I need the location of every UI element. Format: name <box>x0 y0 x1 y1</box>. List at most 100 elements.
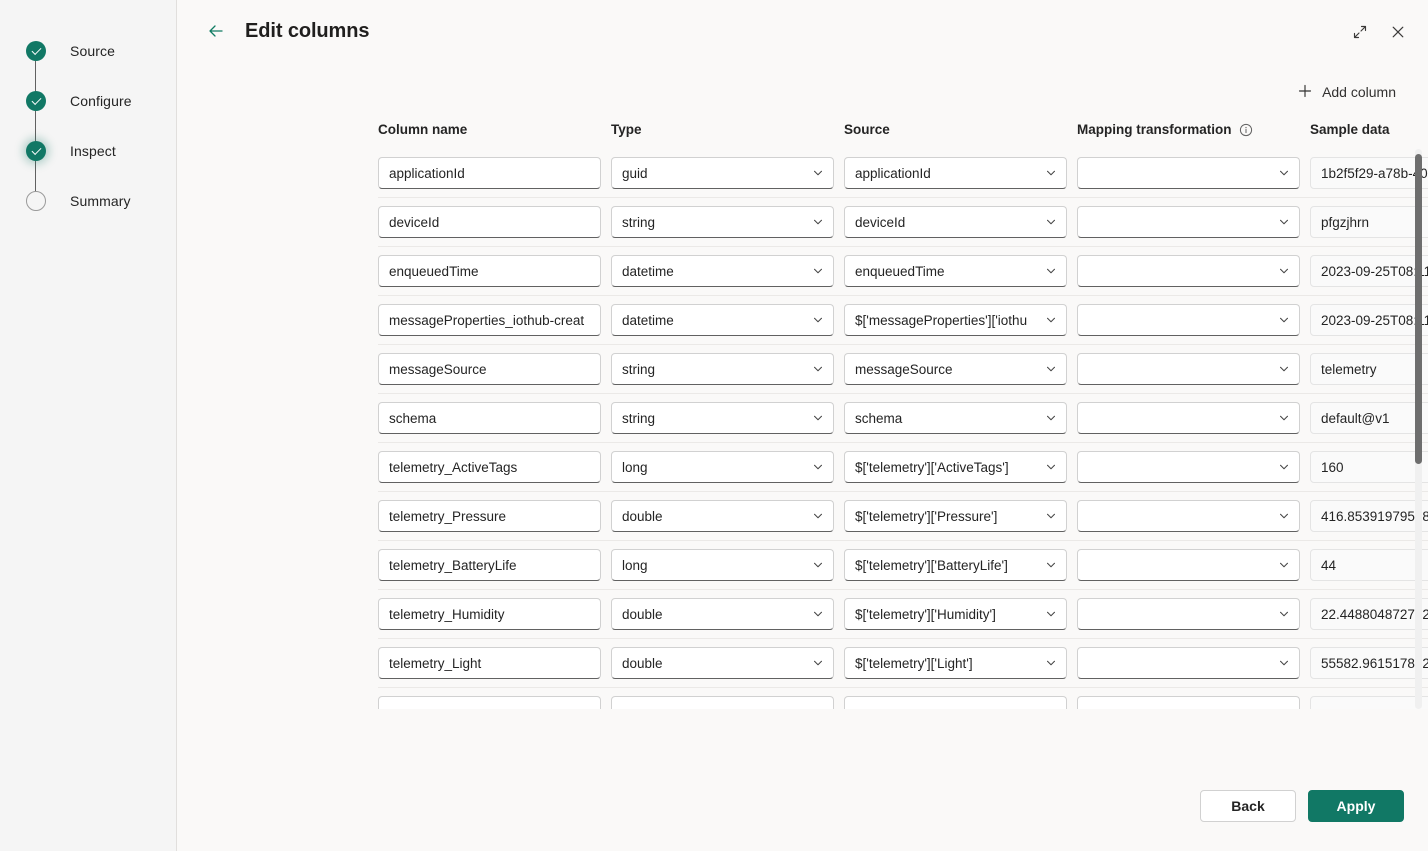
sample-data-field: 2023-09-25T08:11:09.05Z <box>1310 304 1428 336</box>
sample-data-field-cell <box>1310 696 1428 709</box>
close-icon[interactable] <box>1384 18 1412 46</box>
chevron-down-icon <box>1045 706 1057 709</box>
mapping-transformation-select[interactable] <box>1077 255 1300 287</box>
column-name-input[interactable]: schema <box>378 402 601 434</box>
table-rows: applicationId guid applicationId 1b2f5f29-a… <box>177 149 1428 709</box>
step-check-icon <box>26 141 46 161</box>
add-column-button[interactable]: Add column <box>1289 79 1404 106</box>
type-select[interactable]: long <box>611 451 834 483</box>
type-select[interactable]: string <box>611 402 834 434</box>
wizard-step-source[interactable]: Source <box>0 26 177 101</box>
type-select[interactable] <box>611 696 834 709</box>
mapping-transformation-select[interactable] <box>1077 206 1300 238</box>
wizard-step-label: Inspect <box>70 143 116 159</box>
column-name-input-cell <box>378 696 601 709</box>
mapping-transformation-select-cell <box>1077 598 1300 630</box>
apply-button[interactable]: Apply <box>1308 790 1404 822</box>
source-select[interactable]: $['messageProperties']['iothu <box>844 304 1067 336</box>
source-select[interactable]: $['telemetry']['Light'] <box>844 647 1067 679</box>
source-select-text: $['telemetry']['ActiveTags'] <box>855 459 1009 475</box>
column-name-input[interactable]: telemetry_BatteryLife <box>378 549 601 581</box>
chevron-down-icon <box>812 706 824 709</box>
sample-data-field-cell: 44 <box>1310 549 1428 581</box>
type-select[interactable]: double <box>611 598 834 630</box>
chevron-down-icon <box>1045 510 1057 522</box>
type-select[interactable]: double <box>611 500 834 532</box>
sample-data-field-cell: 22.44880487277228 <box>1310 598 1428 630</box>
type-select[interactable]: double <box>611 647 834 679</box>
main-panel: Edit columns Add column Column name Type… <box>177 0 1428 851</box>
column-name-input[interactable]: messageSource <box>378 353 601 385</box>
scrollbar-thumb[interactable] <box>1415 154 1422 464</box>
sample-data-field-text: default@v1 <box>1321 410 1390 426</box>
vertical-scrollbar[interactable] <box>1415 149 1422 709</box>
type-select-text: string <box>622 361 656 377</box>
chevron-down-icon <box>1278 608 1290 620</box>
sample-data-field <box>1310 696 1428 709</box>
source-select[interactable]: $['telemetry']['Humidity'] <box>844 598 1067 630</box>
mapping-transformation-select[interactable] <box>1077 157 1300 189</box>
source-select[interactable] <box>844 696 1067 709</box>
chevron-down-icon <box>1278 314 1290 326</box>
back-button[interactable]: Back <box>1200 790 1296 822</box>
type-select[interactable]: long <box>611 549 834 581</box>
type-select[interactable]: string <box>611 206 834 238</box>
chevron-down-icon <box>1278 559 1290 571</box>
wizard-step-summary[interactable]: Summary <box>0 176 177 226</box>
source-select[interactable]: applicationId <box>844 157 1067 189</box>
sample-data-field-text: 2023-09-25T08:11:09.09Z <box>1321 263 1428 279</box>
chevron-down-icon <box>1278 216 1290 228</box>
sample-data-field-text: 416.85391979528436 <box>1321 508 1428 524</box>
column-name-input[interactable]: telemetry_Humidity <box>378 598 601 630</box>
source-select[interactable]: $['telemetry']['Pressure'] <box>844 500 1067 532</box>
source-select[interactable]: $['telemetry']['ActiveTags'] <box>844 451 1067 483</box>
sample-data-field-cell: 2023-09-25T08:11:09.05Z <box>1310 304 1428 336</box>
mapping-transformation-select[interactable] <box>1077 696 1300 709</box>
type-select[interactable]: string <box>611 353 834 385</box>
info-icon[interactable] <box>1239 123 1253 137</box>
type-select-text: string <box>622 214 656 230</box>
mapping-transformation-select-cell <box>1077 647 1300 679</box>
mapping-transformation-select[interactable] <box>1077 304 1300 336</box>
source-select-cell <box>844 696 1067 709</box>
type-select[interactable]: datetime <box>611 304 834 336</box>
arrow-left-icon[interactable] <box>205 20 227 42</box>
source-select[interactable]: deviceId <box>844 206 1067 238</box>
source-select[interactable]: $['telemetry']['BatteryLife'] <box>844 549 1067 581</box>
column-name-input[interactable]: deviceId <box>378 206 601 238</box>
plus-icon <box>1297 83 1313 102</box>
mapping-transformation-select[interactable] <box>1077 402 1300 434</box>
type-select-text: string <box>622 410 656 426</box>
table-row: deviceId string deviceId pfgzjhrn <box>378 198 1428 247</box>
sample-data-field: 160 <box>1310 451 1428 483</box>
source-select[interactable]: schema <box>844 402 1067 434</box>
column-name-input-cell: telemetry_ActiveTags <box>378 451 601 483</box>
column-name-input[interactable]: telemetry_Light <box>378 647 601 679</box>
column-name-input[interactable] <box>378 696 601 709</box>
mapping-transformation-select-cell <box>1077 500 1300 532</box>
mapping-transformation-select[interactable] <box>1077 647 1300 679</box>
type-select[interactable]: datetime <box>611 255 834 287</box>
column-name-input-text: enqueuedTime <box>389 263 479 279</box>
mapping-transformation-select[interactable] <box>1077 500 1300 532</box>
column-name-input[interactable]: applicationId <box>378 157 601 189</box>
mapping-transformation-select[interactable] <box>1077 549 1300 581</box>
mapping-transformation-select[interactable] <box>1077 353 1300 385</box>
column-name-input-text: telemetry_Pressure <box>389 508 507 524</box>
source-select[interactable]: messageSource <box>844 353 1067 385</box>
edit-columns-dialog: Source Configure Inspect Summary Edit colum… <box>0 0 1428 851</box>
wizard-step-configure[interactable]: Configure <box>0 76 177 151</box>
wizard-step-inspect[interactable]: Inspect <box>0 126 177 201</box>
expand-diagonal-icon[interactable] <box>1346 18 1374 46</box>
source-select-cell: applicationId <box>844 157 1067 189</box>
column-name-input[interactable]: telemetry_ActiveTags <box>378 451 601 483</box>
column-name-input[interactable]: enqueuedTime <box>378 255 601 287</box>
mapping-transformation-select[interactable] <box>1077 451 1300 483</box>
mapping-transformation-select[interactable] <box>1077 598 1300 630</box>
table-row: telemetry_ActiveTags long $['telemetry']['… <box>378 443 1428 492</box>
column-name-input[interactable]: telemetry_Pressure <box>378 500 601 532</box>
type-select[interactable]: guid <box>611 157 834 189</box>
source-select[interactable]: enqueuedTime <box>844 255 1067 287</box>
sample-data-field: 416.85391979528436 <box>1310 500 1428 532</box>
column-name-input[interactable]: messageProperties_iothub-creat <box>378 304 601 336</box>
